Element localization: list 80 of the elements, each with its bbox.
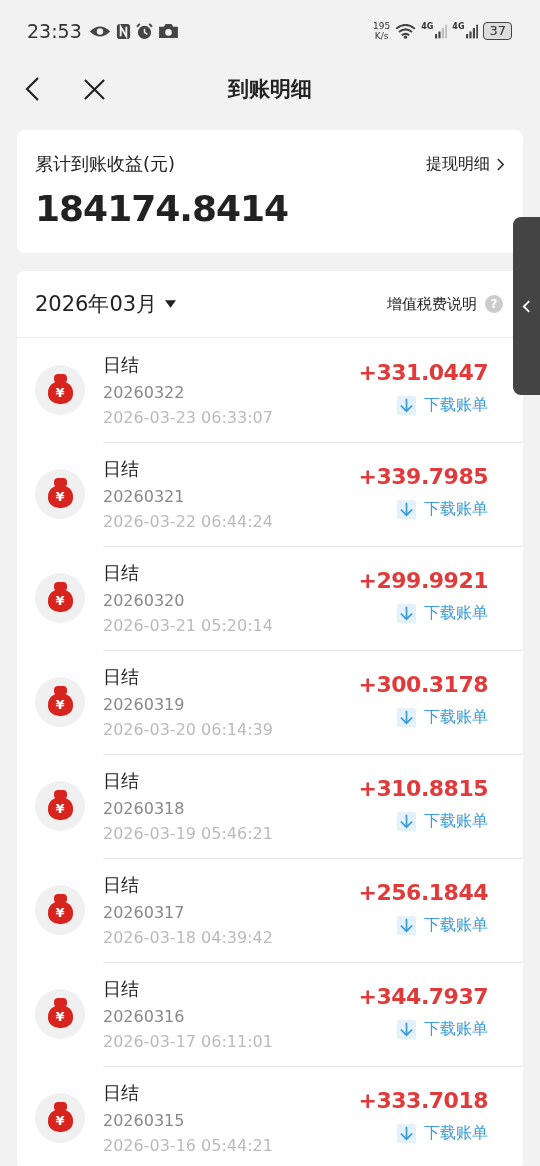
caret-icon [165, 300, 177, 308]
entry-time: 2026-03-23 06:33:07 [103, 407, 273, 427]
money-bag-icon: ¥ [35, 677, 85, 727]
close-icon[interactable] [83, 77, 106, 101]
tax-info-link[interactable]: 增值税费说明 [387, 294, 477, 314]
download-icon [397, 396, 416, 415]
entry-amount: +310.8815 [358, 776, 488, 801]
entry-time: 2026-03-19 05:46:21 [103, 823, 273, 843]
entry-time: 2026-03-16 05:44:21 [103, 1135, 273, 1155]
withdrawal-link[interactable]: 提现明细 [426, 153, 505, 175]
money-bag-icon: ¥ [35, 469, 85, 519]
entry-title: 日结 [103, 976, 139, 1001]
entry-batch: 20260320 [103, 590, 185, 610]
download-icon [397, 604, 416, 623]
chevron-right-icon [496, 156, 505, 172]
money-bag-icon: ¥ [35, 885, 85, 935]
entry-title: 日结 [103, 456, 139, 481]
download-bill-link[interactable]: 下载账单 [397, 499, 488, 520]
entry-amount: +256.1844 [358, 880, 488, 905]
entry-time: 2026-03-21 05:20:14 [103, 615, 273, 635]
entry-amount: +333.7018 [358, 1088, 488, 1113]
entry-time: 2026-03-17 06:11:01 [103, 1031, 273, 1051]
network-type: 4G [421, 22, 434, 31]
entry-amount: +300.3178 [358, 672, 488, 697]
battery-level: 37 [483, 22, 512, 40]
entry-title: 日结 [103, 664, 139, 689]
entry-time: 2026-03-20 06:14:39 [103, 719, 273, 739]
entry-batch: 20260321 [103, 486, 185, 506]
entry-batch: 20260322 [103, 382, 185, 402]
entry-amount: +344.7937 [358, 984, 488, 1009]
network-type: 4G [452, 22, 465, 31]
money-bag-icon: ¥ [35, 365, 85, 415]
back-icon[interactable] [24, 76, 40, 102]
download-bill-link[interactable]: 下载账单 [397, 395, 488, 416]
money-bag-icon: ¥ [35, 989, 85, 1039]
camera-icon [157, 23, 179, 39]
download-icon [397, 708, 416, 727]
signal-icon [435, 23, 448, 39]
wifi-icon [395, 23, 417, 39]
entry-batch: 20260319 [103, 694, 185, 714]
status-time: 23:53 [27, 20, 82, 42]
download-bill-link[interactable]: 下载账单 [397, 1123, 488, 1144]
download-bill-link[interactable]: 下载账单 [397, 811, 488, 832]
entry-time: 2026-03-22 06:44:24 [103, 511, 273, 531]
entry-title: 日结 [103, 352, 139, 377]
entry-amount: +331.0447 [358, 360, 488, 385]
entry-title: 日结 [103, 768, 139, 793]
entry-title: 日结 [103, 1080, 139, 1105]
download-icon [397, 916, 416, 935]
money-bag-icon: ¥ [35, 1093, 85, 1143]
entry-batch: 20260315 [103, 1110, 185, 1130]
entry-amount: +299.9921 [358, 568, 488, 593]
total-amount: 184174.8414 [35, 188, 290, 229]
entry-time: 2026-03-18 04:39:42 [103, 927, 273, 947]
download-bill-link[interactable]: 下载账单 [397, 603, 488, 624]
download-icon [397, 1124, 416, 1143]
side-panel-handle[interactable] [513, 217, 540, 395]
alarm-icon [135, 22, 153, 40]
entry-title: 日结 [103, 872, 139, 897]
money-bag-icon: ¥ [35, 573, 85, 623]
entry-batch: 20260316 [103, 1006, 185, 1026]
download-icon [397, 1020, 416, 1039]
download-bill-link[interactable]: 下载账单 [397, 915, 488, 936]
help-icon[interactable]: ? [485, 295, 503, 313]
entry-batch: 20260317 [103, 902, 185, 922]
earnings-label: 累计到账收益(元) [35, 152, 176, 176]
entry-title: 日结 [103, 560, 139, 585]
nfc-icon [115, 22, 131, 40]
download-bill-link[interactable]: 下载账单 [397, 707, 488, 728]
month-picker[interactable]: 2026年03月 [35, 290, 177, 318]
entry-batch: 20260318 [103, 798, 185, 818]
download-bill-link[interactable]: 下载账单 [397, 1019, 488, 1040]
download-icon [397, 500, 416, 519]
money-bag-icon: ¥ [35, 781, 85, 831]
page-title: 到账明细 [228, 76, 312, 103]
network-speed: 195 K/s [373, 21, 391, 41]
download-icon [397, 812, 416, 831]
entry-amount: +339.7985 [358, 464, 488, 489]
chevron-left-icon [522, 298, 531, 314]
signal-icon [466, 23, 479, 39]
